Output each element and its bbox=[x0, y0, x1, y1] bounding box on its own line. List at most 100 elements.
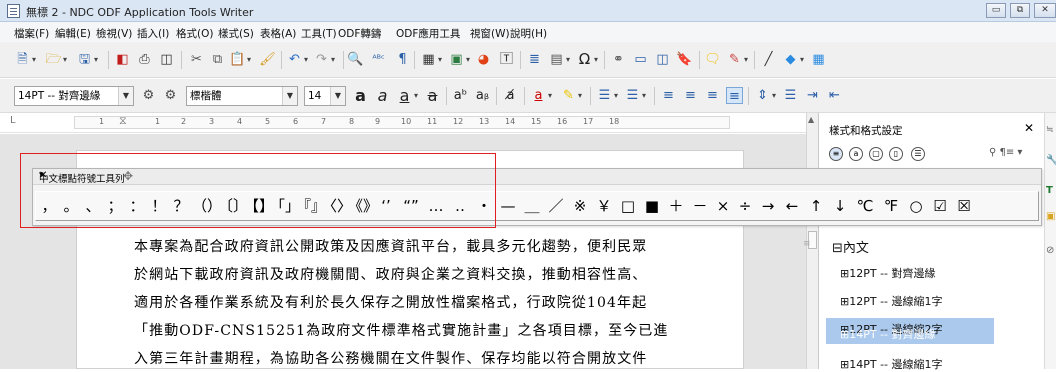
punc-button[interactable]: ※ bbox=[568, 195, 592, 217]
preview-icon[interactable]: ◫ bbox=[158, 51, 175, 68]
document-line[interactable]: 入第三年計畫期程，為協助各公務機關在文件製作、保存均能以符合開放文件 bbox=[134, 348, 647, 368]
menu-tools[interactable]: 工具(T) bbox=[301, 26, 337, 41]
punc-button[interactable]: ■ bbox=[640, 195, 664, 217]
punc-button[interactable]: ← bbox=[780, 195, 804, 217]
update-style-icon[interactable]: ⚙ bbox=[140, 87, 157, 104]
underline-icon[interactable]: a bbox=[396, 87, 413, 104]
clone-icon[interactable]: 🖌 bbox=[259, 51, 276, 68]
punc-button[interactable]: ？ bbox=[170, 195, 192, 217]
menu-odf-tools[interactable]: ODF應用工具 bbox=[396, 26, 460, 41]
menu-insert[interactable]: 插入(I) bbox=[137, 26, 169, 41]
indent-marker-icon[interactable]: ⧖ bbox=[119, 114, 127, 128]
paragraph-styles-icon[interactable]: ≡ bbox=[829, 147, 843, 161]
gallery-icon[interactable]: ▣ bbox=[1046, 211, 1055, 222]
textbox-icon[interactable]: 🅃 bbox=[498, 51, 515, 68]
chevron-down-icon[interactable]: ▼ bbox=[330, 87, 345, 105]
punc-button[interactable]: ／ bbox=[544, 195, 568, 217]
punc-button[interactable]: ‥ bbox=[448, 195, 472, 217]
properties-icon[interactable]: T bbox=[1046, 185, 1053, 196]
menu-view[interactable]: 檢視(V) bbox=[96, 26, 132, 41]
menu-help[interactable]: 說明(H) bbox=[510, 26, 547, 41]
strikethrough-icon[interactable]: a bbox=[424, 87, 441, 104]
punc-button[interactable]: ℉ bbox=[878, 195, 904, 217]
punc-button[interactable]: ℃ bbox=[852, 195, 878, 217]
copy-icon[interactable]: ⧉ bbox=[209, 51, 226, 68]
punc-button[interactable]: ＋ bbox=[664, 195, 688, 217]
punc-button[interactable]: ， bbox=[38, 195, 60, 217]
punc-button[interactable]: ・ bbox=[472, 195, 496, 217]
punc-button[interactable]: → bbox=[756, 195, 780, 217]
save-icon[interactable]: 🖫 bbox=[76, 51, 93, 68]
punc-button[interactable]: ‘’ bbox=[374, 195, 398, 217]
bullets-icon[interactable]: ☰ bbox=[596, 87, 613, 104]
punc-button[interactable]: ＿ bbox=[520, 195, 544, 217]
new-style-icon[interactable]: ⚙ bbox=[162, 87, 179, 104]
punc-button[interactable]: 〔〕 bbox=[218, 195, 248, 217]
menu-edit[interactable]: 編輯(E) bbox=[55, 26, 91, 41]
menu-format[interactable]: 格式(O) bbox=[176, 26, 213, 41]
highlight-icon[interactable]: ✎ bbox=[560, 87, 577, 104]
line-spacing-icon[interactable]: ⇕ bbox=[754, 87, 771, 104]
chevron-down-icon[interactable]: ▼ bbox=[282, 87, 297, 105]
track-icon[interactable]: ✎ bbox=[726, 51, 743, 68]
font-color-icon[interactable]: a bbox=[530, 87, 547, 104]
chart-icon[interactable]: ◕ bbox=[475, 51, 492, 68]
punc-button[interactable]: — bbox=[496, 195, 520, 217]
document-line[interactable]: 於網站下載政府資訊及政府機關間、政府與企業之資料交換，推動相容性高、 bbox=[134, 264, 647, 284]
scroll-up-icon[interactable]: ▲ bbox=[808, 115, 814, 124]
menu-file[interactable]: 檔案(F) bbox=[14, 26, 49, 41]
para-spacing-icon[interactable]: ☰ bbox=[782, 87, 799, 104]
punc-button[interactable]: 、 bbox=[82, 195, 104, 217]
document-line[interactable]: 「推動ODF-CNS15251為政府文件標準格式實施計畫」之各項目標，至今已進 bbox=[134, 320, 669, 340]
menu-table[interactable]: 表格(A) bbox=[260, 26, 296, 41]
close-icon[interactable]: ✕ bbox=[1024, 121, 1034, 135]
document-line[interactable]: 本專案為配合政府資訊公開政策及因應資訊平台，載具多元化趨勢，便利民眾 bbox=[134, 236, 647, 256]
navigator-icon[interactable]: ⊘ bbox=[1046, 245, 1054, 256]
punc-button[interactable]: “” bbox=[398, 195, 424, 217]
outdent-icon[interactable]: ⇤ bbox=[826, 87, 843, 104]
punc-button[interactable]: □ bbox=[616, 195, 640, 217]
pdf-icon[interactable]: ◧ bbox=[114, 51, 131, 68]
new-icon[interactable]: 🗎 bbox=[14, 51, 31, 68]
tree-node-style[interactable]: ⊞12PT -- 邊線縮1字 bbox=[840, 293, 943, 309]
bookmark-icon[interactable]: 🔖 bbox=[676, 51, 693, 68]
numbering-icon[interactable]: ☰ bbox=[624, 87, 641, 104]
font-size-select[interactable]: 14 ▼ bbox=[304, 86, 346, 106]
horizontal-ruler[interactable]: L 1 ⧖ 1 2 3 4 5 6 7 8 9 10 11 12 13 14 1… bbox=[0, 113, 806, 133]
page-styles-icon[interactable]: ▯ bbox=[889, 147, 903, 161]
open-icon[interactable]: 🗁 bbox=[45, 51, 62, 68]
punc-button[interactable]: ☒ bbox=[952, 195, 976, 217]
superscript-icon[interactable]: aᵇ bbox=[452, 87, 469, 104]
punc-button[interactable]: ÷ bbox=[734, 195, 756, 217]
punc-button[interactable]: 「」 bbox=[270, 195, 300, 217]
field-icon[interactable]: ▤ bbox=[548, 51, 565, 68]
footnote-icon[interactable]: ▭ bbox=[632, 51, 649, 68]
clear-format-icon[interactable]: a̸ bbox=[502, 87, 519, 104]
italic-icon[interactable]: a bbox=[374, 87, 391, 104]
align-right-icon[interactable]: ≡ bbox=[704, 87, 721, 104]
punc-button[interactable]: ： bbox=[126, 195, 148, 217]
punc-button[interactable]: ↑ bbox=[804, 195, 828, 217]
list-styles-icon[interactable]: ☰ bbox=[911, 147, 925, 161]
tab-stop-icon[interactable]: L bbox=[10, 115, 16, 126]
align-center-icon[interactable]: ≡ bbox=[682, 87, 699, 104]
image-icon[interactable]: ▣ bbox=[448, 51, 465, 68]
chevron-down-icon[interactable]: ▼ bbox=[118, 87, 133, 105]
redo-icon[interactable]: ↷ bbox=[313, 51, 330, 68]
table-icon[interactable]: ▦ bbox=[420, 51, 437, 68]
font-name-select[interactable]: 標楷體 ▼ bbox=[186, 86, 298, 106]
menu-odf-convert[interactable]: ODF轉鑄 bbox=[338, 26, 381, 41]
punc-button[interactable]: × bbox=[712, 195, 734, 217]
justify-icon[interactable]: ≡ bbox=[726, 87, 743, 104]
punc-button[interactable]: 〈〉 bbox=[322, 195, 352, 217]
align-left-icon[interactable]: ≡ bbox=[660, 87, 677, 104]
punc-button[interactable]: ☑ bbox=[928, 195, 952, 217]
minimize-button[interactable]: ▭ bbox=[986, 3, 1006, 18]
menu-window[interactable]: 視窗(W) bbox=[470, 26, 510, 41]
punc-button[interactable]: （） bbox=[192, 195, 222, 217]
punc-button[interactable]: ； bbox=[104, 195, 126, 217]
tree-node-style-selected[interactable]: ⊞14PT -- 對齊邊緣 bbox=[840, 326, 936, 342]
print-icon[interactable]: ⎙ bbox=[136, 51, 153, 68]
undo-icon[interactable]: ↶ bbox=[286, 51, 303, 68]
tree-node-style[interactable]: ⊞14PT -- 邊線縮1字 bbox=[840, 356, 943, 372]
